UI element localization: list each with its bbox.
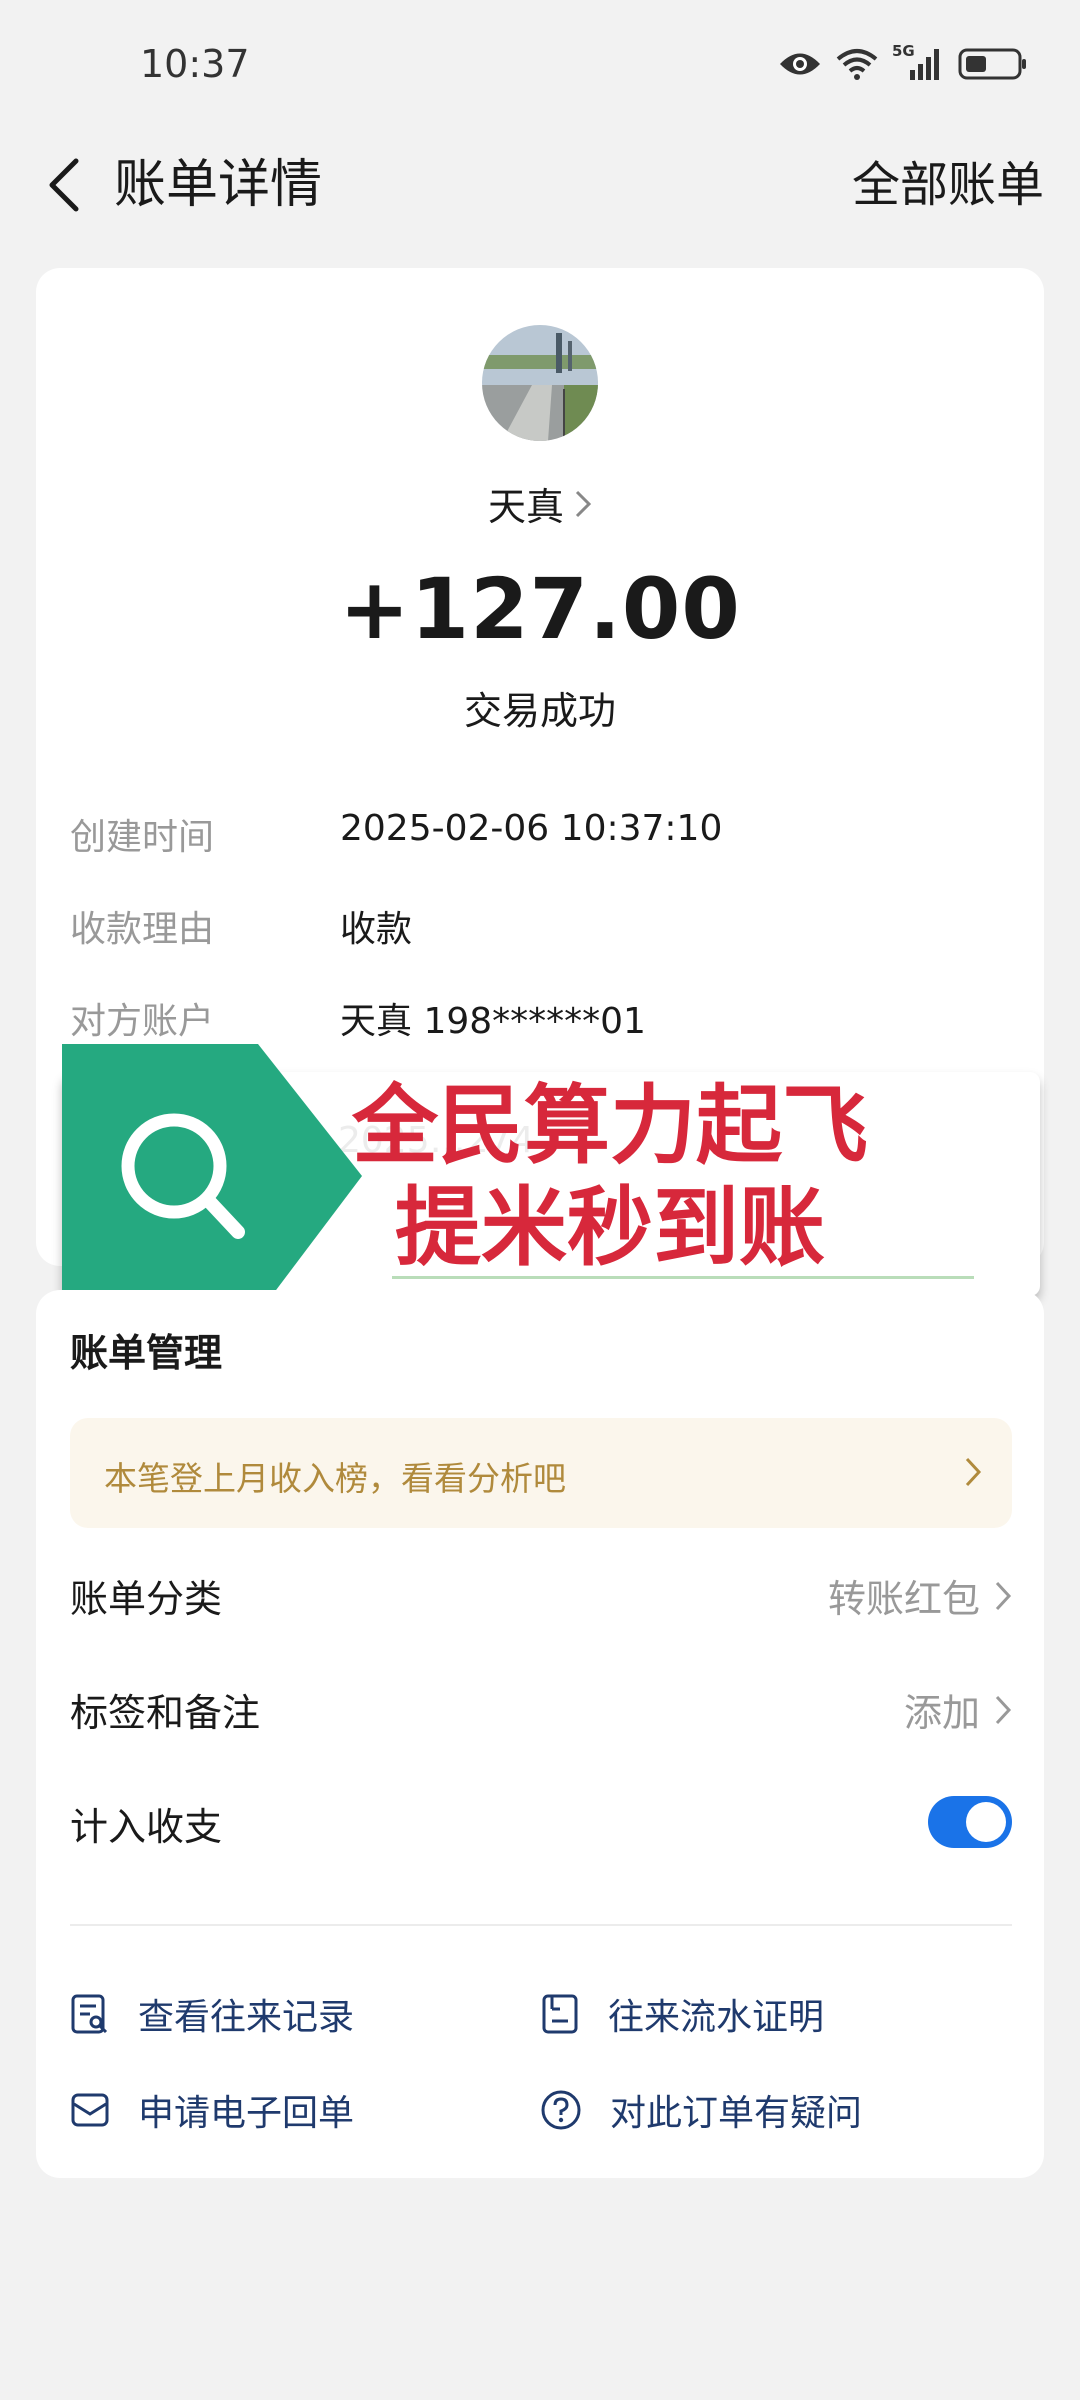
- transaction-status: 交易成功: [463, 689, 616, 733]
- electronic-receipt-link[interactable]: 申请电子回单: [70, 2080, 354, 2140]
- avatar[interactable]: [482, 325, 598, 441]
- view-records-link[interactable]: 查看往来记录: [70, 1984, 354, 2044]
- document-icon: [542, 1994, 578, 2034]
- include-in-budget-row: 计入收支: [70, 1788, 1012, 1858]
- detail-value: 收款: [340, 909, 413, 950]
- action-label: 申请电子回单: [138, 2093, 355, 2134]
- bill-management-card: 账单管理 本笔登上月收入榜，看看分析吧 账单分类 转账红包 标签和备注 添加 计…: [36, 1290, 1044, 2178]
- ad-underline: [392, 1276, 974, 1279]
- include-in-budget-toggle[interactable]: [928, 1796, 1012, 1848]
- question-icon: [541, 2090, 581, 2130]
- section-title: 账单管理: [70, 1331, 223, 1375]
- row-label: 账单分类: [70, 1577, 223, 1621]
- action-label: 往来流水证明: [608, 1997, 825, 2038]
- payee-name: 天真: [487, 485, 564, 529]
- divider: [70, 1924, 1012, 1926]
- detail-value: 天真 198******01: [340, 1001, 646, 1042]
- tags-notes-row[interactable]: 标签和备注 添加: [70, 1674, 1012, 1744]
- battery-icon: [958, 48, 1026, 80]
- detail-label: 收款理由: [70, 909, 215, 950]
- ad-subheadline: 提米秒到账: [395, 1178, 825, 1278]
- action-label: 对此订单有疑问: [610, 2093, 863, 2134]
- back-button[interactable]: [36, 150, 92, 220]
- row-value: 转账红包: [827, 1577, 980, 1621]
- detail-row-created-time: 创建时间 2025-02-06 10:37:10: [70, 808, 1010, 868]
- page-title: 账单详情: [114, 155, 323, 215]
- ad-banner[interactable]: 2025…274 全民算力起飞 提米秒到账: [62, 1044, 1042, 1314]
- detail-label: 创建时间: [70, 817, 215, 858]
- chevron-right-icon: [995, 1581, 1012, 1610]
- detail-label: 对方账户: [70, 1001, 215, 1042]
- ad-headline: 全民算力起飞: [352, 1076, 868, 1176]
- status-icons: 5G: [778, 42, 1028, 82]
- row-value: 添加: [903, 1691, 980, 1735]
- mail-icon: [71, 2093, 109, 2127]
- transaction-amount: +127.00: [339, 560, 741, 658]
- detail-row-reason: 收款理由 收款: [70, 900, 1010, 960]
- eye-icon: [780, 53, 820, 75]
- chevron-left-icon: [49, 158, 79, 212]
- row-label: 计入收支: [70, 1805, 223, 1849]
- statement-proof-link[interactable]: 往来流水证明: [540, 1984, 824, 2044]
- all-bills-link[interactable]: 全部账单: [852, 150, 1044, 220]
- detail-value: 2025-02-06 10:37:10: [340, 808, 723, 849]
- action-label: 查看往来记录: [138, 1997, 355, 2038]
- bill-category-row[interactable]: 账单分类 转账红包: [70, 1560, 1012, 1630]
- ad-search-badge: [62, 1044, 362, 1314]
- tip-text: 本笔登上月收入榜，看看分析吧: [104, 1459, 566, 1498]
- status-time: 10:37: [140, 42, 250, 86]
- chevron-right-icon: [575, 490, 592, 517]
- toggle-knob: [966, 1802, 1006, 1842]
- income-ranking-tip[interactable]: 本笔登上月收入榜，看看分析吧: [70, 1418, 1012, 1528]
- row-label: 标签和备注: [70, 1691, 261, 1735]
- status-bar: 10:37 5G: [0, 0, 1080, 130]
- record-search-icon: [71, 1994, 108, 2034]
- nav-bar: 账单详情 全部账单: [0, 130, 1080, 240]
- detail-row-account: 对方账户 天真 198******01: [70, 992, 1010, 1052]
- payee-name-link[interactable]: 天真: [36, 476, 1044, 531]
- wifi-icon: [836, 49, 878, 80]
- chevron-right-icon: [965, 1457, 982, 1487]
- chevron-right-icon: [995, 1695, 1012, 1724]
- order-question-link[interactable]: 对此订单有疑问: [540, 2080, 862, 2140]
- cellular-signal-icon: 5G: [892, 42, 944, 82]
